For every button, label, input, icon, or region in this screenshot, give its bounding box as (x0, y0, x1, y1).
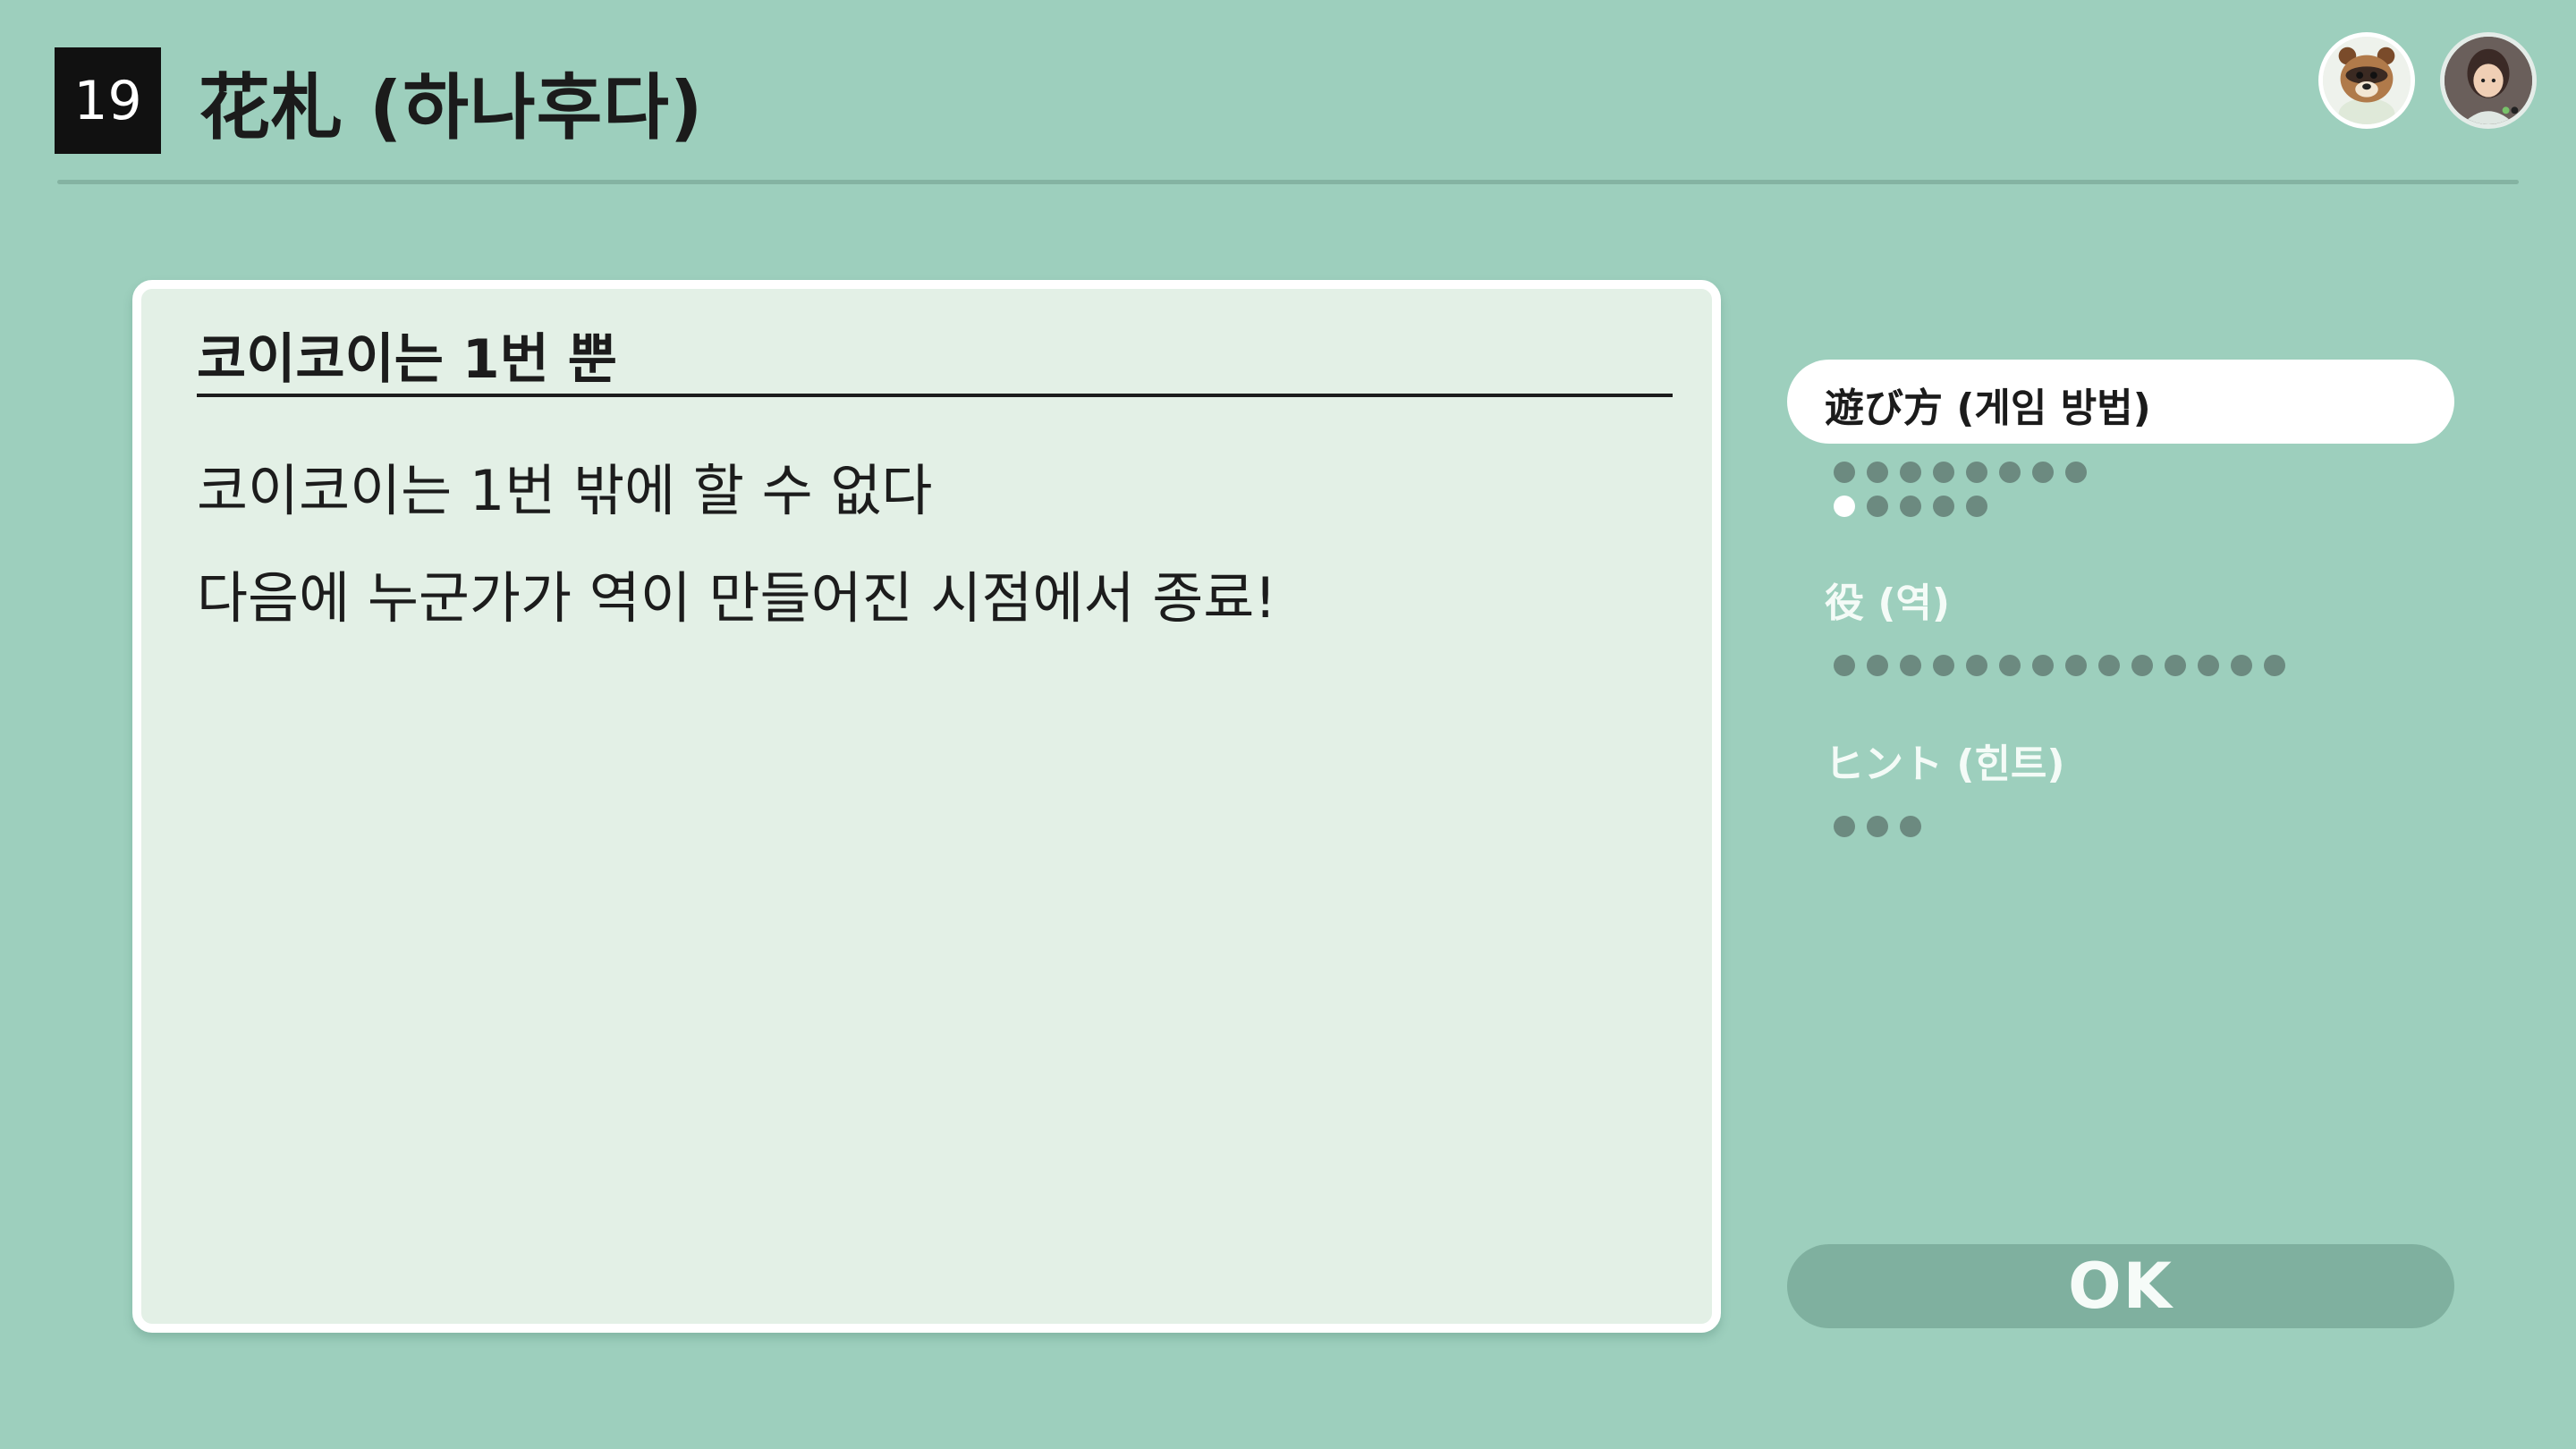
page-dot (1867, 462, 1888, 483)
content-panel: 코이코이는 1번 뿐 코이코이는 1번 밖에 할 수 없다 다음에 누군가가 역… (132, 280, 1721, 1333)
page-dot (2264, 655, 2285, 676)
section-sidebar: 遊び方 (게임 방법) 役 (역) ヒント (힌트) (1787, 0, 2454, 1449)
ok-button[interactable]: OK (1787, 1244, 2454, 1328)
page-dot (2032, 655, 2054, 676)
page-dot (2198, 655, 2219, 676)
page-dot (2032, 462, 2054, 483)
page-dot (1834, 462, 1855, 483)
page-number-badge: 19 (55, 47, 161, 154)
page-dot (1900, 496, 1921, 517)
page-dot (1834, 655, 1855, 676)
page-dots-hint (1834, 816, 1921, 837)
section-item-how-to-play[interactable]: 遊び方 (게임 방법) (1787, 360, 2454, 444)
page-dot (1966, 462, 1987, 483)
page-dot (1900, 816, 1921, 837)
page-dot (1999, 462, 2021, 483)
page-dot (2231, 655, 2252, 676)
page-dot (1933, 655, 1954, 676)
page-dots-yaku (1834, 655, 2285, 676)
page-dot (1900, 655, 1921, 676)
player-avatar-icon (2440, 32, 2537, 129)
page-dot (1900, 462, 1921, 483)
page-dot-current (1834, 496, 1855, 517)
section-label: 遊び方 (게임 방법) (1825, 386, 2151, 431)
panel-text-line: 다음에 누군가가 역이 만들어진 시점에서 종료! (197, 565, 1277, 631)
page-dot (2131, 655, 2153, 676)
page-dot (1867, 816, 1888, 837)
page-dot (1966, 496, 1987, 517)
page-dots-how-to-play (1834, 462, 2087, 483)
page-dot (1867, 496, 1888, 517)
page-dot (2098, 655, 2120, 676)
section-item-hint[interactable]: ヒント (힌트) (1787, 716, 2454, 800)
section-item-yaku[interactable]: 役 (역) (1787, 555, 2454, 639)
page-dot (1867, 655, 1888, 676)
page-dots-how-to-play (1834, 496, 1987, 517)
page-title: 花札 (하나후다) (199, 66, 704, 149)
page-dot (1933, 496, 1954, 517)
page-dot (1834, 816, 1855, 837)
page-dot (1966, 655, 1987, 676)
page-dot (1933, 462, 1954, 483)
page-dot (1999, 655, 2021, 676)
page-dot (2165, 655, 2186, 676)
section-label: ヒント (힌트) (1825, 741, 2065, 787)
panel-divider (197, 394, 1673, 397)
page-dot (2065, 462, 2087, 483)
panel-title: 코이코이는 1번 뿐 (197, 328, 617, 391)
page-dot (2065, 655, 2087, 676)
section-label: 役 (역) (1825, 580, 1951, 626)
panel-text-line: 코이코이는 1번 밖에 할 수 없다 (197, 458, 933, 523)
